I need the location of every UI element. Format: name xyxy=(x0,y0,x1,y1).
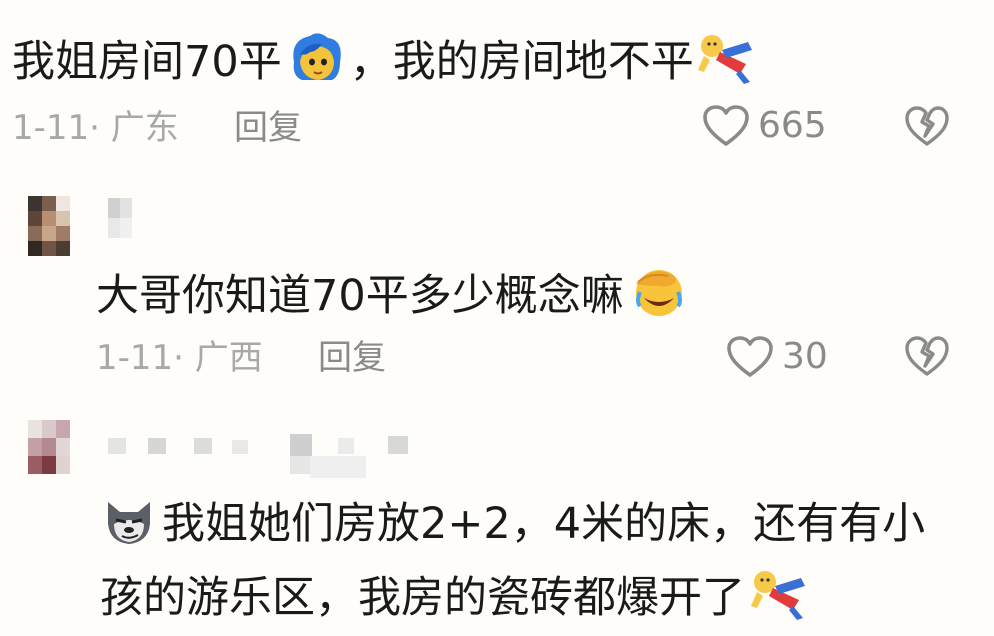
comment-2-like-button[interactable]: 30 xyxy=(726,335,828,379)
comment-2-like-count: 30 xyxy=(782,336,828,377)
username-pixelated[interactable] xyxy=(108,198,132,238)
comment-1-text: 我姐房间70平 ，我的房间地不平 xyxy=(12,30,760,94)
comment-2-reply-button[interactable]: 回复 xyxy=(318,341,386,375)
comment-3-line-2-text: 孩的游乐区，我房的瓷砖都爆开了 xyxy=(100,572,745,623)
comment-3-line-2: 孩的游乐区，我房的瓷砖都爆开了 xyxy=(100,566,813,630)
comment-1-reply-button[interactable]: 回复 xyxy=(234,111,302,145)
comment-2-date-location: 1-11· 广西 xyxy=(96,338,263,378)
comment-1-like-button[interactable]: 665 xyxy=(702,104,827,148)
comment-1-text-part-b: ，我的房间地不平 xyxy=(349,36,694,87)
heart-outline-icon xyxy=(726,335,774,379)
comment-3-line-1: 我姐她们房放2+2，4米的床，还有有小 xyxy=(100,494,925,554)
comment-2-dislike-button[interactable] xyxy=(904,336,950,378)
avatar[interactable] xyxy=(28,196,70,256)
smirking-wolf-emoji xyxy=(100,494,158,554)
avatar[interactable] xyxy=(28,420,70,474)
comment-1-text-part-a: 我姐房间70平 xyxy=(12,36,282,87)
username-pixelated[interactable] xyxy=(108,434,418,480)
comment-3-line-1-text: 我姐她们房放2+2，4米的床，还有有小 xyxy=(162,498,926,549)
comment-2-text: 大哥你知道70平多少概念嘛 xyxy=(96,266,688,326)
comment-1-dislike-button[interactable] xyxy=(904,106,950,148)
comment-1-like-count: 665 xyxy=(758,105,827,146)
comment-1-date-location: 1-11· 广东 xyxy=(12,108,179,148)
broken-heart-outline-icon xyxy=(904,336,950,378)
heart-outline-icon xyxy=(702,104,750,148)
facepalm-laughing-emoji xyxy=(630,266,688,326)
comment-2-text-body: 大哥你知道70平多少概念嘛 xyxy=(96,270,624,321)
lying-down-figure-emoji xyxy=(749,566,813,630)
blue-hair-face-emoji xyxy=(288,32,346,92)
broken-heart-outline-icon xyxy=(904,106,950,148)
lying-down-figure-emoji xyxy=(696,30,760,94)
